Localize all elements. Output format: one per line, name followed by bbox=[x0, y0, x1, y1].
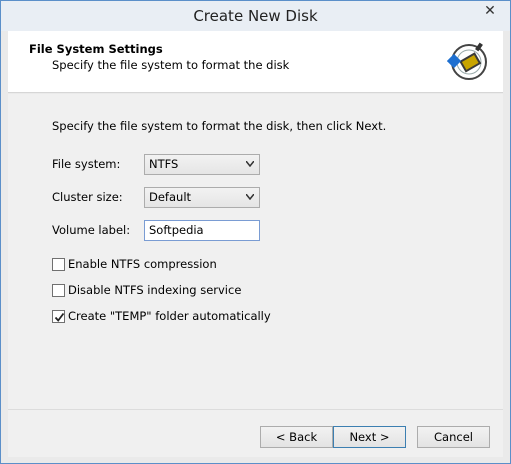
back-button[interactable]: < Back bbox=[260, 426, 333, 448]
file-system-label: File system: bbox=[52, 157, 121, 171]
title-bar[interactable]: Create New Disk ✕ bbox=[1, 1, 510, 31]
wizard-body: Specify the file system to format the di… bbox=[8, 94, 503, 409]
volume-label-input[interactable]: Softpedia bbox=[144, 220, 260, 241]
next-button[interactable]: Next > bbox=[333, 426, 406, 448]
cluster-size-label: Cluster size: bbox=[52, 190, 123, 204]
file-system-select[interactable]: NTFS bbox=[144, 154, 260, 175]
checkbox-box[interactable] bbox=[52, 310, 65, 323]
chevron-down-icon bbox=[246, 194, 254, 200]
volume-label-label: Volume label: bbox=[52, 223, 131, 237]
window-title: Create New Disk bbox=[193, 7, 318, 25]
chevron-down-icon bbox=[246, 161, 254, 167]
checkmark-icon bbox=[54, 312, 65, 322]
checkbox-label: Create "TEMP" folder automatically bbox=[68, 309, 271, 323]
disk-wizard-icon bbox=[446, 39, 491, 85]
page-subtitle: Specify the file system to format the di… bbox=[52, 58, 290, 72]
wizard-header: File System Settings Specify the file sy… bbox=[8, 31, 503, 93]
checkbox-box[interactable] bbox=[52, 258, 65, 271]
checkbox-label: Disable NTFS indexing service bbox=[68, 283, 242, 297]
page-title: File System Settings bbox=[29, 42, 163, 56]
checkbox-box[interactable] bbox=[52, 284, 65, 297]
checkbox-label: Enable NTFS compression bbox=[68, 257, 217, 271]
cluster-size-select[interactable]: Default bbox=[144, 187, 260, 208]
create-new-disk-window: Create New Disk ✕ File System Settings S… bbox=[0, 0, 511, 464]
cancel-button[interactable]: Cancel bbox=[417, 426, 490, 448]
wizard-footer: < Back Next > Cancel bbox=[8, 409, 503, 457]
cluster-size-value: Default bbox=[149, 190, 192, 204]
file-system-value: NTFS bbox=[149, 157, 179, 171]
instruction-text: Specify the file system to format the di… bbox=[52, 119, 387, 133]
close-icon[interactable]: ✕ bbox=[476, 2, 504, 22]
